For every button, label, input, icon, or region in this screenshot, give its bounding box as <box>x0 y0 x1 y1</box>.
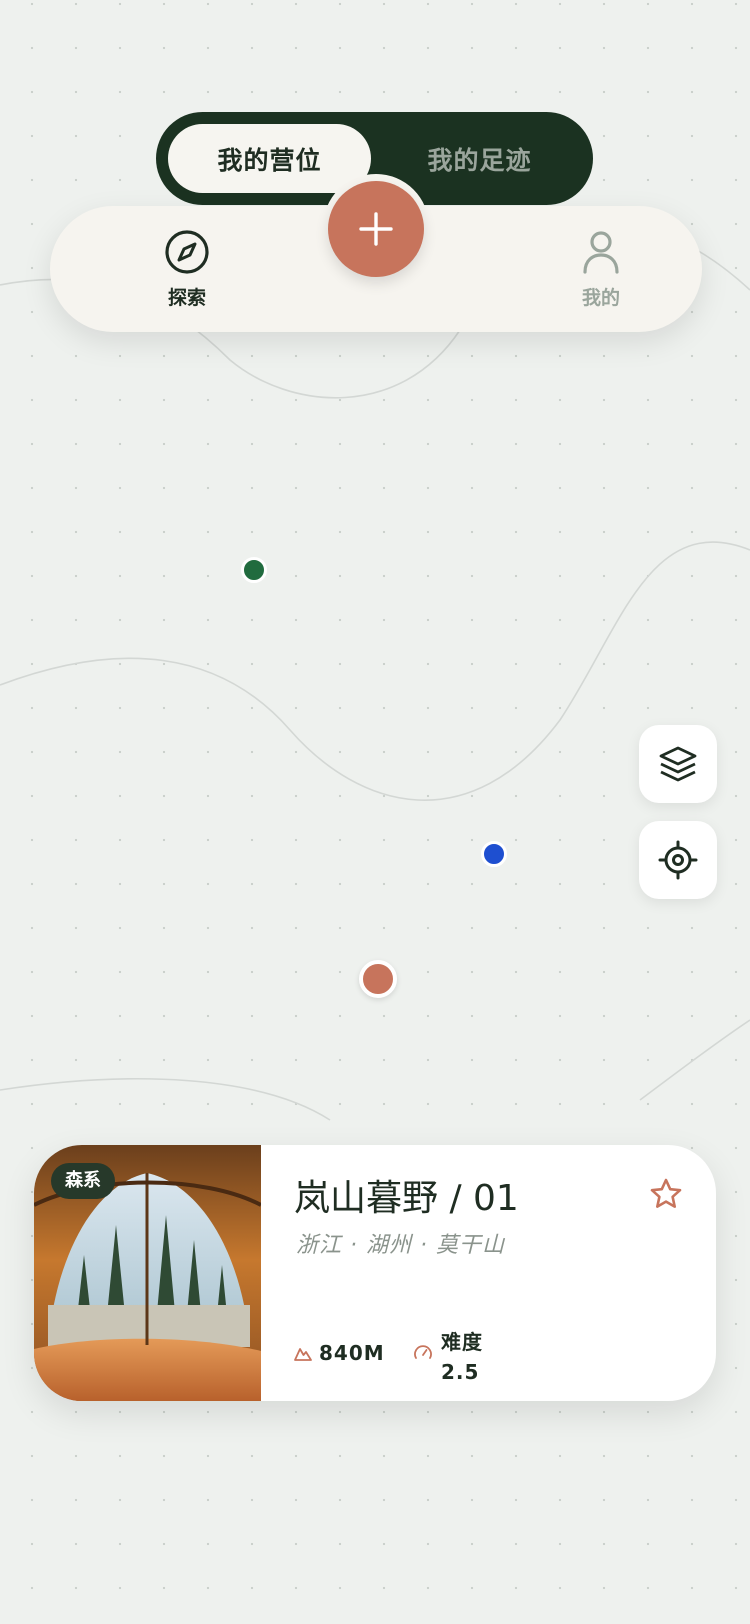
layers-button[interactable] <box>639 725 717 803</box>
add-button[interactable] <box>328 181 424 277</box>
user-icon <box>583 230 619 274</box>
altitude-value: 840M <box>319 1341 385 1365</box>
campsite-title: 岚山暮野 / 01 <box>294 1178 519 1219</box>
mountain-icon <box>294 1348 312 1361</box>
nav-label-explore: 探索 <box>167 286 206 309</box>
category-tag: 森系 <box>51 1163 115 1199</box>
difficulty-value: 难度 2.5 <box>441 1330 483 1384</box>
gauge-icon <box>414 1345 432 1359</box>
compass-icon <box>165 229 209 274</box>
campsite-location: 浙江 · 湖州 · 莫干山 <box>296 1233 505 1258</box>
nav-item-mine[interactable]: 我的 <box>536 206 666 332</box>
tab-my-footprints[interactable]: 我的足迹 <box>378 124 581 193</box>
favorite-button[interactable] <box>649 1177 683 1215</box>
star-icon <box>650 1178 682 1208</box>
locate-icon <box>658 840 698 880</box>
place-card[interactable]: 森系 岚山暮野 / 01 浙江 · 湖州 · 莫干山 840M 难度 2.5 <box>34 1145 716 1401</box>
nav-item-explore[interactable]: 探索 <box>112 206 262 332</box>
locate-button[interactable] <box>639 821 717 899</box>
map-pin-selected-campsite[interactable] <box>359 960 397 998</box>
nav-label-mine: 我的 <box>581 286 620 309</box>
map-pin-green[interactable] <box>241 557 267 583</box>
tab-my-campsites[interactable]: 我的营位 <box>168 124 371 193</box>
plus-icon <box>359 212 393 246</box>
difficulty-stat: 难度 2.5 <box>413 1327 501 1387</box>
altitude-stat: 840M <box>293 1341 385 1365</box>
map-pin-current-location[interactable] <box>481 841 507 867</box>
layers-icon <box>659 746 697 782</box>
